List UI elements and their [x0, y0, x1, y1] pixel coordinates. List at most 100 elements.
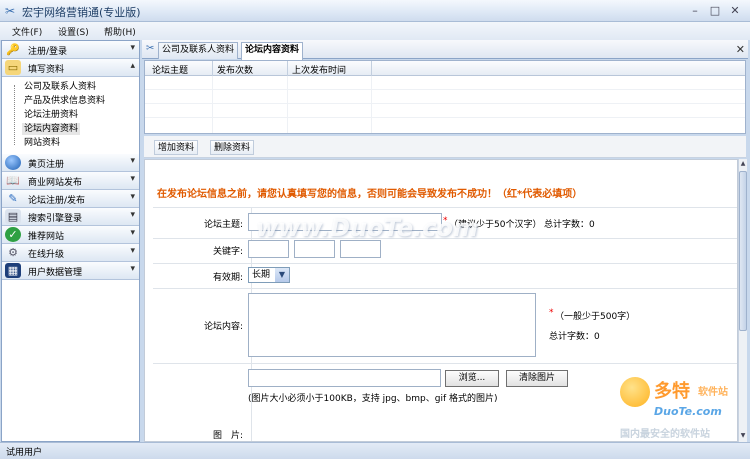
sidebar-section-search-engine[interactable]: ▤ 搜索引擎登录 ▾ [2, 208, 139, 226]
close-button[interactable]: ✕ [728, 4, 742, 18]
form-notice: 在发布论坛信息之前，请您认真填写您的信息，否则可能会导致发布不成功！（红*代表必… [157, 189, 583, 200]
add-record-button[interactable]: 增加资料 [154, 140, 199, 155]
tab-strip: ✂ 公司及联系人资料 论坛内容资料 ✕ [142, 40, 748, 60]
grid-col-count[interactable]: 发布次数 [217, 63, 253, 76]
maximize-button[interactable]: □ [708, 4, 722, 18]
keyword-input-3[interactable] [340, 240, 381, 258]
tab-forum-content[interactable]: 论坛内容资料 [241, 42, 304, 60]
folder-icon: ▭ [5, 60, 21, 75]
grid-row-line [145, 117, 745, 118]
window-title: 宏宇网络营销通(专业版) [22, 6, 141, 19]
content-char-count: 总计字数：0 [549, 332, 600, 342]
globe-icon [5, 155, 21, 170]
subject-char-count: 总计字数：0 [544, 220, 595, 230]
grid-row-line [145, 89, 745, 90]
watermark-brand: 多特 [654, 381, 690, 402]
delete-record-button[interactable]: 删除资料 [210, 140, 255, 155]
chevron-down-icon: ▾ [130, 43, 135, 53]
chevron-down-icon: ▾ [130, 264, 135, 274]
minimize-button[interactable]: – [688, 4, 702, 18]
close-icon[interactable]: ✕ [736, 43, 745, 56]
scissors-icon: ✂ [146, 43, 155, 54]
watermark-url: DuoTe.com [654, 405, 722, 418]
chevron-down-icon: ▾ [130, 246, 135, 256]
sidebar-item-company-contact[interactable]: 公司及联系人资料 [22, 81, 98, 93]
grid-col-last-time[interactable]: 上次发布时间 [292, 63, 346, 76]
image-path-input[interactable] [248, 369, 441, 387]
watermark-slogan: 国内最安全的软件站 [620, 429, 710, 440]
status-bar: 试用用户 [0, 442, 750, 459]
tab-company-contact[interactable]: 公司及联系人资料 [158, 42, 239, 59]
content-textarea[interactable] [248, 293, 536, 357]
chevron-down-icon: ▾ [130, 228, 135, 238]
title-bar: ✂ 宏宇网络营销通(专业版) – □ ✕ [0, 0, 750, 22]
chevron-down-icon: ▾ [130, 210, 135, 220]
grid-col-divider [371, 61, 372, 76]
form-row-content: 论坛内容: * （一般少于500字） 总计字数：0 [153, 288, 737, 363]
scroll-up-icon[interactable]: ▲ [739, 159, 747, 169]
keyword-input-2[interactable] [294, 240, 335, 258]
book-icon: 📖 [6, 174, 20, 187]
sidebar-item-product-supply[interactable]: 产品及供求信息资料 [22, 95, 107, 107]
chevron-down-icon: ▾ [130, 174, 135, 184]
forum-icon: ✎ [8, 192, 18, 205]
grid-row-line [145, 103, 745, 104]
keywords-label: 关键字: [212, 247, 243, 257]
database-icon: ▦ [5, 263, 21, 278]
duote-logo-watermark: 多特 软件站 DuoTe.com 国内最安全的软件站 [612, 375, 750, 445]
menu-file[interactable]: 文件(F) [12, 25, 42, 38]
sidebar-section-yellow-pages[interactable]: 黄页注册 ▾ [2, 154, 139, 172]
chevron-down-icon: ▾ [130, 192, 135, 202]
content-label: 论坛内容: [203, 322, 243, 332]
sidebar: 🔑 注册/登录 ▾ ▭ 填写资料 ▴ 公司及联系人资料 产品及供求信息资料 论坛… [1, 40, 140, 442]
tree-guide-line [14, 85, 15, 145]
sidebar-section-recommend[interactable]: ✓ 推荐网站 ▾ [2, 226, 139, 244]
keyword-input-1[interactable] [248, 240, 289, 258]
search-engine-icon: ▤ [5, 209, 21, 224]
validity-label: 有效期: [212, 273, 243, 283]
validity-select[interactable]: 长期 ▼ [248, 267, 290, 283]
menu-bar: 文件(F) 设置(S) 帮助(H) [0, 22, 750, 40]
subject-label: 论坛主题: [203, 220, 243, 230]
validity-value: 长期 [252, 270, 271, 280]
status-text: 试用用户 [6, 448, 43, 458]
check-icon: ✓ [5, 227, 21, 242]
grid-col-subject[interactable]: 论坛主题 [152, 63, 188, 76]
mascot-icon [620, 377, 650, 407]
sidebar-item-website[interactable]: 网站资料 [22, 137, 62, 149]
key-icon: 🔑 [6, 43, 20, 56]
content-required-mark: * [549, 308, 554, 318]
grid-col-line [371, 76, 372, 133]
clear-image-button[interactable]: 清除图片 [506, 370, 568, 387]
image-label: 图 片: [212, 431, 243, 441]
grid-header: 论坛主题 发布次数 上次发布时间 [145, 61, 745, 76]
grid-col-divider [212, 61, 213, 76]
forum-content-grid[interactable]: 论坛主题 发布次数 上次发布时间 [144, 60, 746, 134]
sidebar-section-register-login[interactable]: 🔑 注册/登录 ▾ [2, 41, 139, 59]
chevron-up-icon: ▴ [130, 61, 135, 71]
watermark-brand-small: 软件站 [698, 387, 728, 398]
sidebar-section-forum-publish[interactable]: ✎ 论坛注册/发布 ▾ [2, 190, 139, 208]
sidebar-section-business-sites[interactable]: 📖 商业网站发布 ▾ [2, 172, 139, 190]
menu-settings[interactable]: 设置(S) [58, 25, 89, 38]
image-hint: (图片大小必须小于100KB，支持 jpg、bmp、gif 格式的图片) [248, 394, 498, 404]
browse-button[interactable]: 浏览... [445, 370, 499, 387]
upgrade-icon: ⚙ [8, 246, 18, 259]
scrollbar-thumb[interactable] [739, 171, 747, 331]
chevron-down-icon: ▾ [130, 156, 135, 166]
menu-help[interactable]: 帮助(H) [104, 25, 136, 38]
duote-watermark: www.DuoTe.com [256, 214, 478, 242]
sidebar-section-user-data[interactable]: ▦ 用户数据管理 ▾ [2, 262, 139, 280]
action-bar: 增加资料 删除资料 [144, 136, 746, 158]
app-icon: ✂ [5, 4, 16, 18]
sidebar-section-upgrade[interactable]: ⚙ 在线升级 ▾ [2, 244, 139, 262]
sidebar-section-fill-info[interactable]: ▭ 填写资料 ▴ [2, 59, 139, 77]
form-row-validity: 有效期: 长期 ▼ [153, 263, 737, 288]
grid-col-line [287, 76, 288, 133]
chevron-down-icon: ▼ [275, 268, 289, 282]
grid-col-divider [287, 61, 288, 76]
sidebar-item-forum-register[interactable]: 论坛注册资料 [22, 109, 80, 121]
sidebar-item-forum-content[interactable]: 论坛内容资料 [22, 123, 81, 135]
content-hint: （一般少于500字） [555, 312, 636, 322]
grid-col-line [212, 76, 213, 133]
